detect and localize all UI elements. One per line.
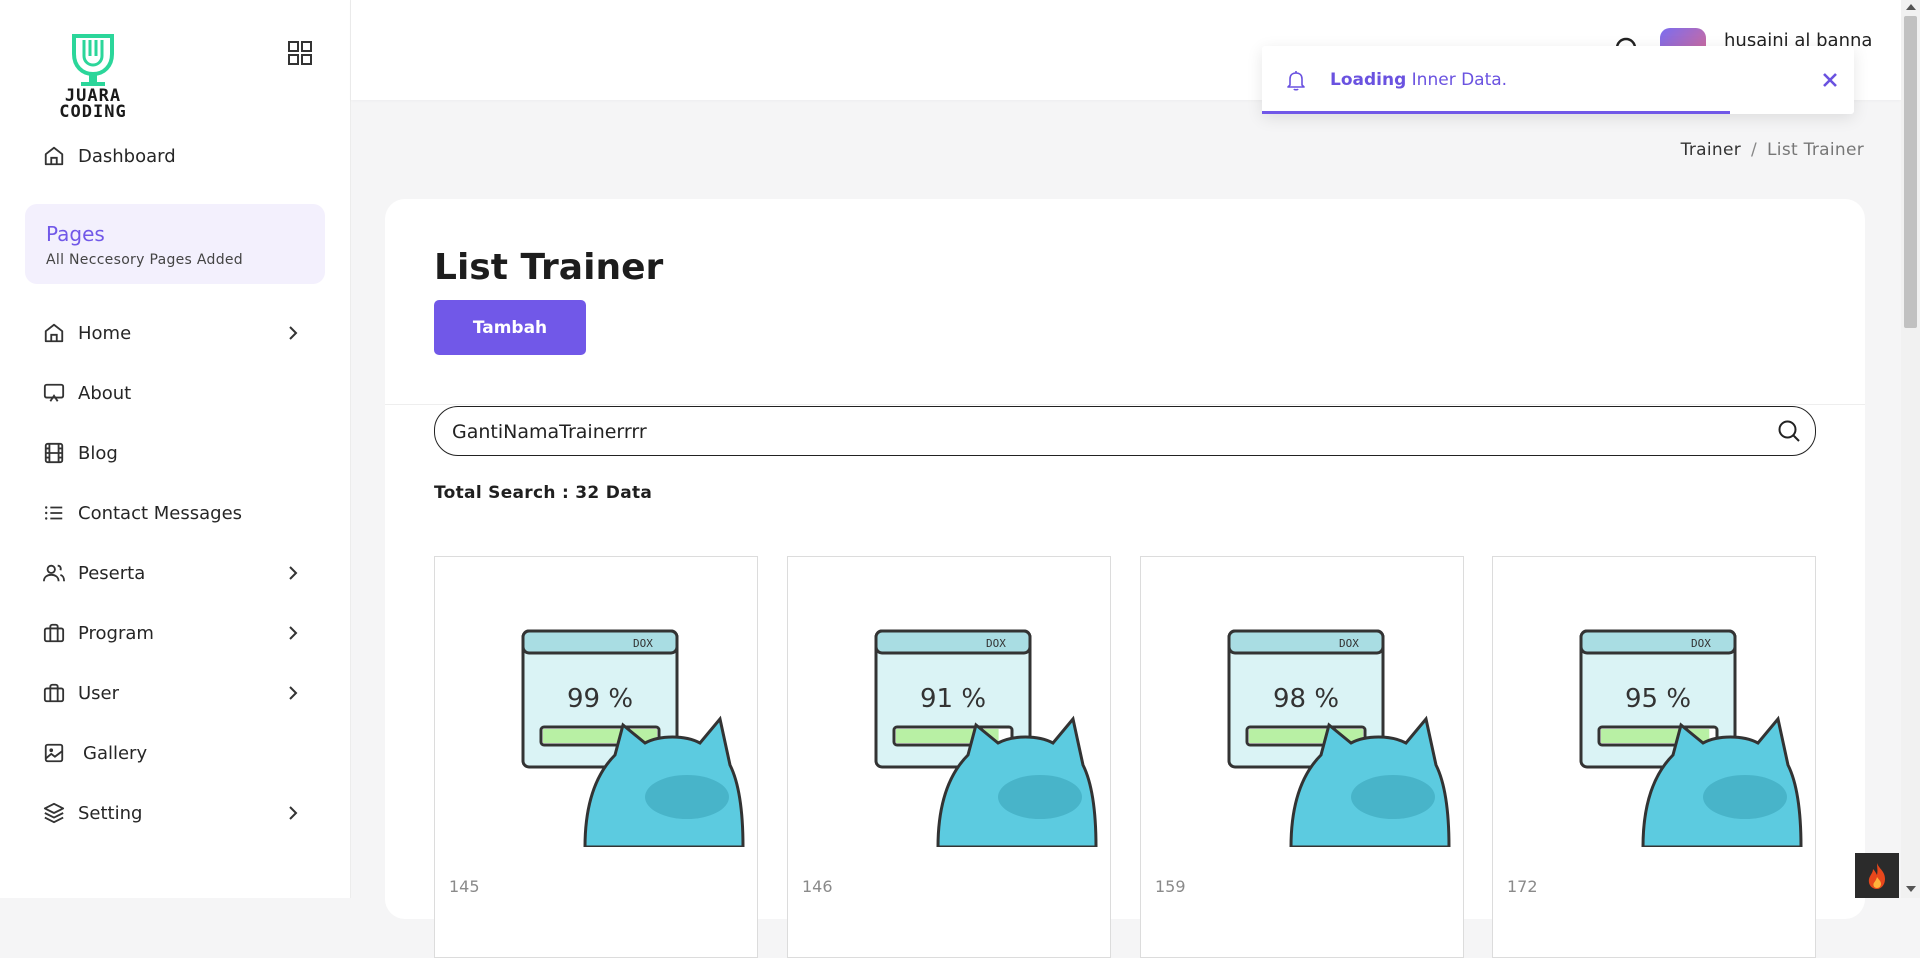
trainer-id: 159 [1155,877,1186,896]
trainer-id: 145 [449,877,480,896]
pages-subtitle: All Neccesory Pages Added [46,252,243,268]
toast-message-text: Inner Data. [1406,70,1508,90]
home-icon [42,144,66,168]
toast-progress-bar [1262,111,1730,114]
sidebar-item-label: Gallery [83,742,148,764]
toast-notification: Loading Inner Data. [1262,46,1854,114]
page-title: List Trainer [434,247,664,288]
scrollbar-thumb[interactable] [1904,16,1917,328]
sidebar-item-label: Peserta [78,562,146,584]
flame-icon [1868,863,1885,889]
breadcrumb-trainer-link[interactable]: Trainer [1681,140,1741,160]
sidebar-item-label: Contact Messages [78,502,243,524]
sidebar-item-setting[interactable]: Setting [42,793,312,833]
sidebar-item-user[interactable]: User [42,673,312,713]
scroll-up-arrow-icon[interactable] [1906,4,1916,10]
bell-icon [1287,71,1305,91]
list-icon [42,501,66,525]
trainer-id: 172 [1507,877,1538,896]
logo-line-2: CODING [59,102,127,122]
sidebar-item-dashboard[interactable]: Dashboard [42,136,312,176]
search-icon[interactable] [1777,419,1801,443]
sidebar-item-label: Program [78,622,154,644]
sidebar-item-about[interactable]: About [42,373,312,413]
sidebar-item-home[interactable]: Home [42,313,312,353]
chevron-right-icon [289,626,298,640]
juara-coding-logo[interactable]: JUARA CODING [38,30,148,122]
tile-percent: 99 % [567,684,633,714]
search-input[interactable] [450,407,1754,457]
briefcase-icon [42,681,66,705]
logo-text: JUARA CODING [38,88,148,122]
loading-mascot-illustration: DOX 95 % [1579,629,1803,847]
sidebar-item-gallery[interactable]: Gallery [42,733,312,773]
chevron-right-icon [289,686,298,700]
sidebar-item-blog[interactable]: Blog [42,433,312,473]
toast-message: Loading Inner Data. [1330,70,1507,90]
svg-text:DOX: DOX [633,637,653,650]
page-scrollbar[interactable] [1901,0,1920,898]
sidebar-item-label: About [78,382,132,404]
breadcrumb: Trainer / List Trainer [1681,140,1864,160]
tile-percent: 91 % [920,684,986,714]
sidebar-item-peserta[interactable]: Peserta [42,553,312,593]
grid-menu-icon[interactable] [287,40,313,66]
breadcrumb-current: List Trainer [1767,140,1864,160]
home-icon [42,321,66,345]
svg-text:DOX: DOX [1691,637,1711,650]
total-search-count: Total Search : 32 Data [434,483,653,503]
briefcase-icon [42,621,66,645]
chevron-right-icon [289,806,298,820]
loading-mascot-illustration: DOX 91 % [874,629,1098,847]
loading-mascot-illustration: DOX 98 % [1227,629,1451,847]
sidebar-item-label: Setting [78,802,143,824]
trophy-logo-icon [72,34,114,86]
breadcrumb-separator: / [1751,140,1758,160]
sidebar-item-program[interactable]: Program [42,613,312,653]
users-icon [42,561,66,585]
debug-toolbar-button[interactable] [1855,853,1899,898]
layers-icon [42,801,66,825]
image-icon [42,741,66,765]
sidebar-item-contact-messages[interactable]: Contact Messages [42,493,312,533]
tambah-button[interactable]: Tambah [434,300,586,355]
sidebar-item-label: Dashboard [78,145,176,167]
svg-text:DOX: DOX [1339,637,1359,650]
tile-percent: 98 % [1273,684,1339,714]
scroll-down-arrow-icon[interactable] [1906,886,1916,892]
toast-message-bold: Loading [1330,70,1407,90]
chevron-right-icon [289,326,298,340]
tile-percent: 95 % [1625,684,1691,714]
trainer-list-card: List Trainer Tambah Total Search : 32 Da… [385,199,1865,958]
svg-text:DOX: DOX [986,637,1006,650]
presentation-icon [42,381,66,405]
pages-section-header: Pages All Neccesory Pages Added [25,204,325,284]
sidebar-item-label: Home [78,322,132,344]
pages-title: Pages [46,222,105,246]
sidebar: JUARA CODING Dashboard Pages All Necceso… [0,0,351,898]
sidebar-item-label: User [78,682,120,704]
close-icon[interactable] [1820,70,1840,90]
sidebar-item-label: Blog [78,442,118,464]
chevron-right-icon [289,566,298,580]
divider [385,404,1865,405]
trainer-id: 146 [802,877,833,896]
film-icon [42,441,66,465]
loading-mascot-illustration: DOX 99 % [521,629,745,847]
search-box [434,406,1816,457]
